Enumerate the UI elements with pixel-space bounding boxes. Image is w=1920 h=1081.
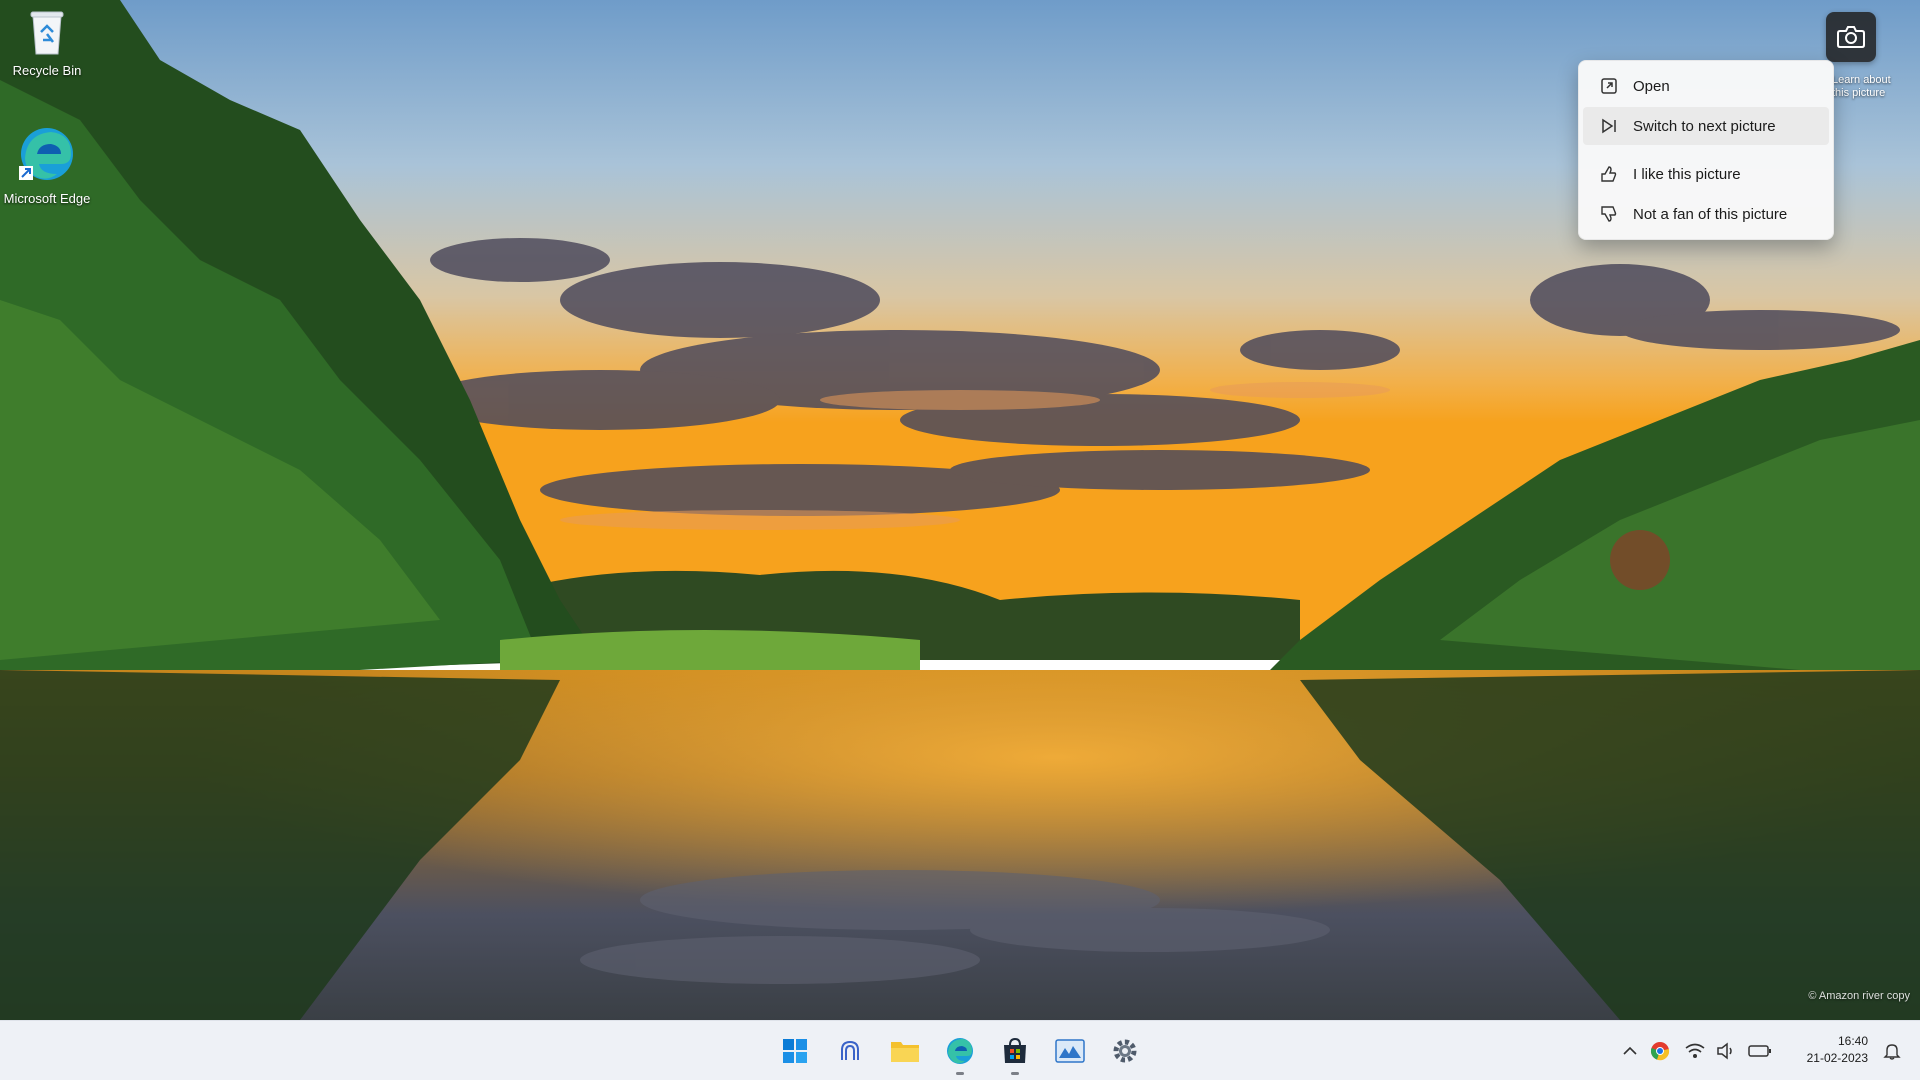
clock-time: 16:40 (1837, 1034, 1868, 1048)
taskbar-clock[interactable]: 16:40 21-02-2023 (1807, 1033, 1868, 1067)
edge-icon (947, 1038, 973, 1064)
menu-item-label: I like this picture (1633, 165, 1741, 183)
taskbar-settings[interactable] (1105, 1031, 1145, 1071)
recycle-bin-icon (30, 11, 64, 55)
spotlight-context-menu: Open Switch to next picture I like this … (1578, 60, 1834, 240)
volume-icon[interactable] (1716, 1042, 1738, 1060)
start-button[interactable] (775, 1031, 815, 1071)
menu-item-label: Switch to next picture (1633, 117, 1776, 135)
wifi-icon[interactable] (1684, 1042, 1706, 1060)
menu-separator (1583, 147, 1829, 155)
chrome-icon[interactable] (1650, 1041, 1670, 1061)
running-indicator (1011, 1072, 1019, 1075)
taskbar-file-explorer[interactable] (885, 1031, 925, 1071)
next-picture-icon (1599, 116, 1619, 136)
clock-date: 21-02-2023 (1806, 1051, 1868, 1065)
running-indicator (956, 1072, 964, 1075)
copilot-icon (841, 1040, 859, 1060)
settings-icon (1113, 1039, 1137, 1063)
chevron-up-icon[interactable] (1620, 1041, 1640, 1061)
notification-bell-icon[interactable] (1882, 1041, 1902, 1061)
learn-about-picture-caption[interactable]: Learn about this picture (1832, 74, 1892, 100)
thumbs-up-icon (1599, 164, 1619, 184)
taskbar-store[interactable] (995, 1031, 1035, 1075)
menu-item-switch-next-picture[interactable]: Switch to next picture (1583, 107, 1829, 145)
recycle-bin-desktop-icon[interactable]: Recycle Bin (2, 8, 92, 78)
taskbar-edge[interactable] (940, 1031, 980, 1075)
taskbar-copilot[interactable] (830, 1031, 870, 1071)
photos-icon (1055, 1039, 1085, 1063)
open-icon (1599, 76, 1619, 96)
menu-item-not-a-fan[interactable]: Not a fan of this picture (1583, 195, 1829, 233)
edge-icon (19, 128, 73, 180)
edge-desktop-label: Microsoft Edge (3, 191, 91, 206)
menu-item-like-picture[interactable]: I like this picture (1583, 155, 1829, 193)
learn-about-picture-button[interactable] (1826, 12, 1876, 62)
system-tray (1620, 1021, 1772, 1081)
menu-item-label: Not a fan of this picture (1633, 205, 1788, 223)
menu-item-open[interactable]: Open (1583, 67, 1829, 105)
recycle-bin-label: Recycle Bin (12, 63, 82, 78)
menu-item-label: Open (1633, 77, 1670, 95)
taskbar: 16:40 21-02-2023 (0, 1020, 1920, 1080)
folder-icon (891, 1042, 919, 1062)
taskbar-photos[interactable] (1050, 1031, 1090, 1071)
thumbs-down-icon (1599, 204, 1619, 224)
edge-desktop-shortcut[interactable]: Microsoft Edge (2, 124, 92, 206)
wallpaper-copyright: © Amazon river copy (1808, 990, 1910, 1002)
store-icon (1004, 1037, 1026, 1063)
camera-icon (1837, 26, 1865, 48)
windows-start-icon (783, 1039, 807, 1063)
battery-icon[interactable] (1748, 1043, 1772, 1059)
